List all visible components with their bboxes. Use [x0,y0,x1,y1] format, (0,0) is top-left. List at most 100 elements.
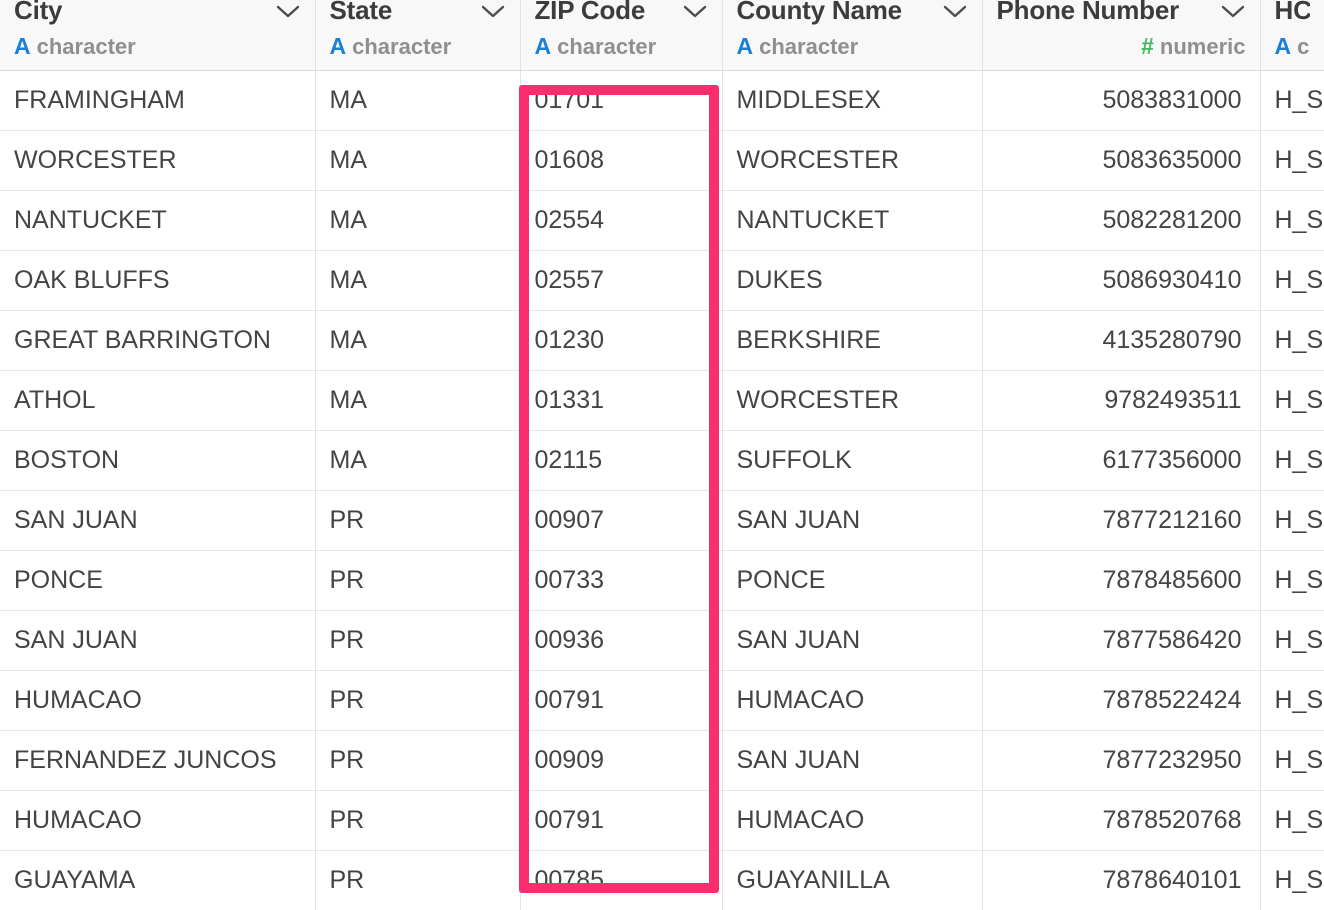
cell-county[interactable]: NANTUCKET [722,190,983,251]
table-row[interactable]: NANTUCKET MA 02554 NANTUCKET 5082281200 H_S [0,190,1324,251]
cell-phone[interactable]: 7877212160 [982,490,1261,551]
cell-hc[interactable]: H_S [1260,430,1324,491]
cell-zip[interactable]: 00909 [520,730,723,791]
cell-county[interactable]: SAN JUAN [722,490,983,551]
cell-county[interactable]: SUFFOLK [722,430,983,491]
data-grid-viewport[interactable]: City A character State A character ZIP C… [0,0,1324,910]
table-row[interactable]: HUMACAO PR 00791 HUMACAO 7878522424 H_S [0,670,1324,731]
cell-phone[interactable]: 7878522424 [982,670,1261,731]
column-header-city[interactable]: City A character [0,0,316,71]
cell-city[interactable]: NANTUCKET [0,190,316,251]
table-row[interactable]: SAN JUAN PR 00907 SAN JUAN 7877212160 H_S [0,490,1324,551]
column-header-zip-code[interactable]: ZIP Code A character [520,0,723,71]
cell-state[interactable]: PR [315,850,521,910]
cell-city[interactable]: FERNANDEZ JUNCOS [0,730,316,791]
cell-hc[interactable]: H_S [1260,850,1324,910]
cell-county[interactable]: PONCE [722,550,983,611]
table-row[interactable]: PONCE PR 00733 PONCE 7878485600 H_S [0,550,1324,611]
cell-zip[interactable]: 00785 [520,850,723,910]
cell-phone[interactable]: 4135280790 [982,310,1261,371]
cell-county[interactable]: HUMACAO [722,790,983,851]
cell-city[interactable]: SAN JUAN [0,610,316,671]
cell-city[interactable]: GREAT BARRINGTON [0,310,316,371]
table-row[interactable]: GREAT BARRINGTON MA 01230 BERKSHIRE 41352807… [0,310,1324,371]
cell-state[interactable]: PR [315,790,521,851]
cell-hc[interactable]: H_S [1260,70,1324,131]
cell-city[interactable]: SAN JUAN [0,490,316,551]
cell-hc[interactable]: H_S [1260,610,1324,671]
cell-county[interactable]: HUMACAO [722,670,983,731]
cell-state[interactable]: PR [315,550,521,611]
cell-zip[interactable]: 00791 [520,670,723,731]
column-header-state[interactable]: State A character [315,0,521,71]
cell-state[interactable]: PR [315,490,521,551]
cell-phone[interactable]: 5086930410 [982,250,1261,311]
cell-zip[interactable]: 00936 [520,610,723,671]
column-header-phone-number[interactable]: Phone Number # numeric [982,0,1261,71]
cell-state[interactable]: MA [315,310,521,371]
cell-state[interactable]: MA [315,130,521,191]
table-row[interactable]: SAN JUAN PR 00936 SAN JUAN 7877586420 H_S [0,610,1324,671]
chevron-down-icon[interactable] [1220,3,1246,19]
table-row[interactable]: GUAYAMA PR 00785 GUAYANILLA 7878640101 H_S [0,850,1324,910]
table-row[interactable]: OAK BLUFFS MA 02557 DUKES 5086930410 H_S [0,250,1324,311]
cell-hc[interactable]: H_S [1260,370,1324,431]
cell-state[interactable]: MA [315,430,521,491]
column-header-county-name[interactable]: County Name A character [722,0,983,71]
cell-zip[interactable]: 02115 [520,430,723,491]
cell-state[interactable]: MA [315,190,521,251]
table-row[interactable]: ATHOL MA 01331 WORCESTER 9782493511 H_S [0,370,1324,431]
cell-hc[interactable]: H_S [1260,190,1324,251]
cell-zip[interactable]: 01608 [520,130,723,191]
cell-county[interactable]: DUKES [722,250,983,311]
cell-state[interactable]: PR [315,670,521,731]
cell-city[interactable]: ATHOL [0,370,316,431]
cell-county[interactable]: GUAYANILLA [722,850,983,910]
table-row[interactable]: FRAMINGHAM MA 01701 MIDDLESEX 5083831000 H_S [0,70,1324,131]
cell-city[interactable]: PONCE [0,550,316,611]
cell-zip[interactable]: 01331 [520,370,723,431]
cell-city[interactable]: OAK BLUFFS [0,250,316,311]
cell-hc[interactable]: H_S [1260,490,1324,551]
cell-city[interactable]: FRAMINGHAM [0,70,316,131]
cell-zip[interactable]: 01230 [520,310,723,371]
cell-county[interactable]: MIDDLESEX [722,70,983,131]
cell-zip[interactable]: 00733 [520,550,723,611]
chevron-down-icon[interactable] [275,3,301,19]
cell-hc[interactable]: H_S [1260,670,1324,731]
table-row[interactable]: FERNANDEZ JUNCOS PR 00909 SAN JUAN 787723295… [0,730,1324,791]
cell-zip[interactable]: 00907 [520,490,723,551]
cell-phone[interactable]: 7878485600 [982,550,1261,611]
chevron-down-icon[interactable] [480,3,506,19]
cell-city[interactable]: GUAYAMA [0,850,316,910]
cell-hc[interactable]: H_S [1260,130,1324,191]
cell-state[interactable]: MA [315,70,521,131]
cell-city[interactable]: BOSTON [0,430,316,491]
chevron-down-icon[interactable] [682,3,708,19]
cell-hc[interactable]: H_S [1260,310,1324,371]
cell-zip[interactable]: 02554 [520,190,723,251]
cell-phone[interactable]: 5083831000 [982,70,1261,131]
cell-phone[interactable]: 7878640101 [982,850,1261,910]
cell-hc[interactable]: H_S [1260,550,1324,611]
cell-phone[interactable]: 9782493511 [982,370,1261,431]
cell-phone[interactable]: 6177356000 [982,430,1261,491]
cell-phone[interactable]: 7877232950 [982,730,1261,791]
cell-zip[interactable]: 02557 [520,250,723,311]
column-header-hc[interactable]: HC A ch [1260,0,1324,71]
cell-hc[interactable]: H_S [1260,790,1324,851]
cell-state[interactable]: MA [315,250,521,311]
cell-county[interactable]: SAN JUAN [722,610,983,671]
cell-county[interactable]: BERKSHIRE [722,310,983,371]
cell-hc[interactable]: H_S [1260,250,1324,311]
cell-city[interactable]: HUMACAO [0,790,316,851]
cell-state[interactable]: PR [315,730,521,791]
cell-phone[interactable]: 7878520768 [982,790,1261,851]
cell-zip[interactable]: 00791 [520,790,723,851]
cell-city[interactable]: HUMACAO [0,670,316,731]
cell-phone[interactable]: 5082281200 [982,190,1261,251]
table-row[interactable]: WORCESTER MA 01608 WORCESTER 5083635000 H_S [0,130,1324,191]
cell-county[interactable]: WORCESTER [722,130,983,191]
cell-state[interactable]: PR [315,610,521,671]
chevron-down-icon[interactable] [942,3,968,19]
